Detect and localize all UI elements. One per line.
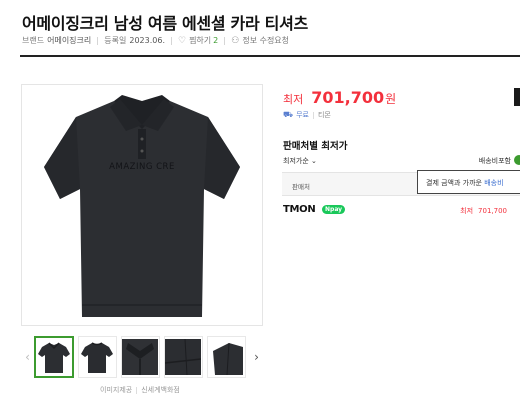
thumbnail-sleeve-detail	[208, 339, 245, 375]
shipping-divider	[312, 111, 314, 119]
shipping-included-toggle[interactable]	[514, 155, 520, 165]
footer-divider	[136, 386, 138, 394]
thumbnail-shirt-back	[81, 342, 114, 373]
user-edit-icon: ⚇	[231, 36, 240, 46]
sort-label: 최저가순	[283, 157, 309, 165]
thumbnail-5[interactable]	[207, 336, 247, 378]
tmon-logo[interactable]: TMON	[283, 204, 316, 215]
price-unit: 원	[385, 92, 397, 106]
image-provider-name: 신세계백화점	[141, 386, 180, 394]
seller-row[interactable]: TMON Npay 최저 701,700	[283, 204, 520, 218]
wish-label: 찜하기	[189, 36, 212, 45]
thumbnail-1[interactable]	[33, 336, 74, 378]
shirt-print-text: AMAZING CRE	[109, 162, 175, 172]
meta-divider	[224, 36, 226, 45]
lowest-price: 최저 701,700 원	[283, 88, 396, 107]
thumb-next-arrow[interactable]: ›	[250, 350, 263, 364]
sort-dropdown[interactable]: 최저가순 ⌄	[283, 156, 317, 166]
brand-link[interactable]: 어메이징크리	[47, 35, 91, 46]
shipping-mall-name: 티몬	[317, 111, 331, 119]
registered-label: 등록일	[104, 36, 127, 45]
thumbnail-4[interactable]	[163, 336, 203, 378]
seller-price-value: 701,700	[478, 207, 507, 215]
thumbnail-shirt-front	[37, 342, 70, 373]
price-value: 701,700	[311, 88, 385, 107]
buy-button-edge[interactable]	[514, 88, 520, 106]
price-label: 최저	[283, 93, 304, 106]
title-divider	[20, 55, 520, 57]
product-meta: 브랜드 어메이징크리 등록일 2023.06. ♡ 찜하기 2 ⚇ 정보 수정요청	[22, 35, 289, 46]
seller-price-label: 최저	[460, 207, 474, 215]
shipping-included-label: 배송비포함	[478, 157, 511, 165]
wish-count: 2	[213, 36, 219, 45]
chevron-down-icon: ⌄	[311, 157, 317, 165]
image-provider-label: 이미지제공	[100, 386, 133, 394]
shipping-info: ⛟ 무료 티몬	[283, 110, 331, 120]
seller-price[interactable]: 최저 701,700	[460, 206, 507, 216]
heart-icon: ♡	[177, 36, 187, 46]
tooltip-highlight: 배송비	[484, 179, 504, 187]
thumbnail-2[interactable]	[77, 336, 117, 378]
wish-button[interactable]: ♡ 찜하기 2	[178, 35, 218, 46]
info-fix-button[interactable]: ⚇ 정보 수정요청	[231, 35, 289, 46]
image-provider: 이미지제공 신세계백화점	[100, 385, 180, 395]
product-image-shirt: AMAZING CRE	[44, 95, 240, 317]
meta-divider	[170, 36, 172, 45]
thumbnail-3[interactable]	[120, 336, 160, 378]
product-image[interactable]: AMAZING CRE	[21, 84, 263, 326]
brand-label: 브랜드	[22, 36, 45, 45]
info-fix-label: 정보 수정요청	[242, 36, 290, 45]
thumbnail-fabric-detail	[165, 339, 202, 375]
seller-lowest-title: 판매처별 최저가	[283, 141, 348, 152]
product-title: 어메이징크리 남성 여름 에센셜 카라 티셔츠	[22, 14, 308, 33]
truck-icon: ⛟	[283, 110, 294, 119]
shipping-free-label: 무료	[296, 111, 309, 119]
shipping-tooltip: 결제 금액과 가까운 배송비	[417, 170, 520, 194]
npay-badge: Npay	[322, 205, 346, 214]
thumbnail-collar-detail	[122, 339, 159, 375]
thumbnail-strip: ‹ ›	[21, 334, 263, 380]
registered-date: 2023.06.	[129, 36, 165, 45]
seller-column-header: 판매처	[292, 183, 310, 191]
meta-divider	[97, 36, 99, 45]
thumb-prev-arrow[interactable]: ‹	[21, 350, 34, 364]
tooltip-text: 결제 금액과 가까운	[426, 179, 485, 187]
